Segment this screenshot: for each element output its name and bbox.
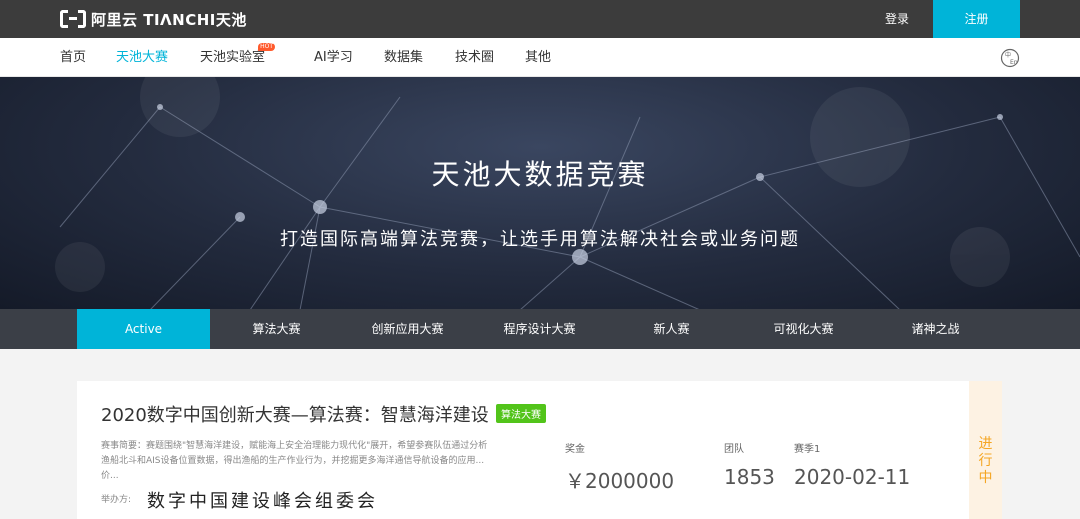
tab-programming[interactable]: 程序设计大赛: [473, 309, 606, 349]
prize-value: ￥2000000: [565, 469, 675, 493]
main-nav: 首页 天池大赛 天池实验室 HOT AI学习 数据集 技术圈 其他 中 En: [0, 38, 1080, 77]
prize-label: 奖金: [565, 444, 585, 455]
tab-innovation[interactable]: 创新应用大赛: [341, 309, 474, 349]
competition-card[interactable]: 2020数字中国创新大赛—算法赛：智慧海洋建设 算法大赛 赛事简要：赛题围绕"智…: [77, 381, 1002, 519]
svg-text:En: En: [1010, 59, 1018, 66]
hero-subtitle: 打造国际高端算法竞赛，让选手用算法解决社会或业务问题: [280, 229, 800, 250]
nav-item-ai-learning[interactable]: AI学习: [314, 38, 353, 77]
hot-badge: HOT: [258, 43, 276, 51]
nav-item-datasets[interactable]: 数据集: [384, 38, 423, 77]
svg-text:中: 中: [1005, 51, 1011, 59]
logo[interactable]: 阿里云 TIΛNCHI天池: [60, 9, 247, 29]
top-bar: 阿里云 TIΛNCHI天池 登录 注册: [0, 0, 1080, 38]
description-line: 赛事简要：赛题围绕"智慧海洋建设，赋能海上安全治理能力现代化"展开，希望参赛队伍…: [101, 441, 488, 451]
teams-value: 1853: [724, 465, 775, 489]
hero-title: 天池大数据竞赛: [431, 158, 649, 191]
season-value: 2020-02-11: [794, 465, 911, 489]
competition-title[interactable]: 2020数字中国创新大赛—算法赛：智慧海洋建设: [101, 401, 489, 427]
description-line: 价...: [101, 471, 119, 481]
organizer-name: 数字中国建设峰会组委会: [147, 491, 378, 512]
hero-banner: 天池大数据竞赛 打造国际高端算法竞赛，让选手用算法解决社会或业务问题: [0, 77, 1080, 310]
nav-item-lab-label: 天池实验室: [200, 50, 266, 65]
aliyun-logo-icon: [60, 10, 86, 28]
tab-visualization[interactable]: 可视化大赛: [737, 309, 870, 349]
status-char: 中: [978, 470, 993, 486]
nav-item-other[interactable]: 其他: [525, 38, 551, 77]
organizer-label: 举办方:: [101, 495, 132, 505]
network-background-graphic: [55, 77, 1080, 310]
nav-item-home[interactable]: 首页: [60, 38, 86, 77]
status-badge: 进 行 中: [969, 381, 1002, 519]
login-button[interactable]: 登录: [872, 0, 922, 38]
logo-text: 阿里云 TIΛNCHI天池: [91, 10, 247, 29]
nav-item-competitions[interactable]: 天池大赛: [116, 38, 168, 77]
competition-description: 赛事简要：赛题围绕"智慧海洋建设，赋能海上安全治理能力现代化"展开，希望参赛队伍…: [101, 439, 521, 484]
competition-tabs: Active 算法大赛 创新应用大赛 程序设计大赛 新人赛 可视化大赛 诸神之战: [0, 309, 1080, 349]
nav-item-lab[interactable]: 天池实验室 HOT: [200, 38, 276, 77]
tab-algorithm[interactable]: 算法大赛: [210, 309, 343, 349]
register-button[interactable]: 注册: [933, 0, 1020, 38]
description-line: 渔船北斗和AIS设备位置数据，得出渔船的生产作业行为，并挖掘更多海洋通信导航设备…: [101, 456, 485, 466]
status-char: 行: [978, 453, 993, 469]
tab-newcomer[interactable]: 新人赛: [605, 309, 738, 349]
competition-tag: 算法大赛: [496, 404, 546, 423]
tab-active[interactable]: Active: [77, 309, 210, 349]
nav-item-tech-circle[interactable]: 技术圈: [455, 38, 494, 77]
teams-label: 团队: [724, 444, 744, 455]
tab-gods-battle[interactable]: 诸神之战: [869, 309, 1002, 349]
status-char: 进: [978, 436, 993, 452]
language-switch-icon[interactable]: 中 En: [1000, 48, 1020, 68]
season-label: 赛季1: [794, 444, 821, 455]
